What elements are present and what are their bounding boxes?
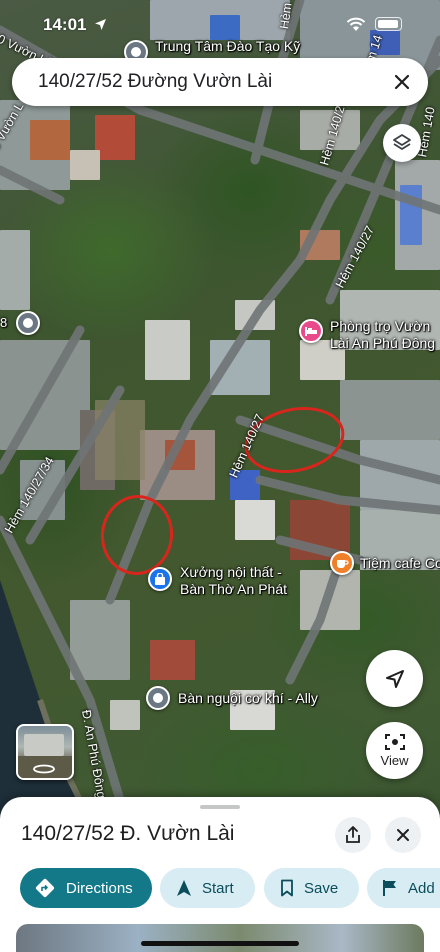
- bookmark-icon: [281, 879, 293, 897]
- close-sheet-button[interactable]: [385, 817, 421, 853]
- shopping-bag-icon: [155, 572, 165, 585]
- place-label-line: Bàn Thờ An Phát: [180, 581, 287, 597]
- navigation-arrow-icon: [385, 669, 404, 688]
- location-arrow-icon: [95, 19, 106, 30]
- view-label: View: [380, 753, 409, 768]
- clear-search-button[interactable]: [386, 66, 418, 98]
- navigation-icon: [177, 880, 191, 896]
- place-label[interactable]: Phòng trọ Vườn Lài An Phú Đông: [330, 318, 435, 352]
- start-label: Start: [202, 879, 234, 897]
- cafe-icon: [336, 559, 349, 568]
- share-icon: [346, 826, 360, 843]
- action-chips: Directions Start Save Add: [20, 868, 440, 908]
- share-button[interactable]: [335, 817, 371, 853]
- layers-button[interactable]: [383, 124, 421, 162]
- my-location-button[interactable]: [366, 650, 423, 707]
- directions-button[interactable]: Directions: [20, 868, 152, 908]
- place-pin[interactable]: [146, 686, 170, 710]
- start-button[interactable]: Start: [160, 868, 255, 908]
- close-icon: [394, 74, 410, 90]
- place-label-line: Lài An Phú Đông: [330, 335, 436, 351]
- battery-icon: [375, 17, 402, 31]
- place-sheet[interactable]: 140/27/52 Đ. Vườn Lài Directions Start S…: [0, 797, 440, 952]
- place-title: 140/27/52 Đ. Vườn Lài: [21, 822, 235, 845]
- place-label[interactable]: Xưởng nội thất - Bàn Thờ An Phát: [180, 564, 287, 598]
- close-icon: [397, 829, 409, 841]
- add-label-button[interactable]: Add: [367, 868, 440, 908]
- place-pin[interactable]: [16, 311, 40, 335]
- flag-icon: [383, 880, 396, 896]
- street-view-thumbnail[interactable]: [16, 724, 74, 780]
- cafe-pin[interactable]: [330, 551, 354, 575]
- search-bar[interactable]: 140/27/52 Đường Vườn Lài: [12, 58, 428, 106]
- add-label: Add: [408, 879, 435, 897]
- place-label-line: Xưởng nội thất -: [180, 564, 282, 580]
- place-label[interactable]: Bàn nguội cơ khí - Ally: [178, 690, 318, 707]
- search-query[interactable]: 140/27/52 Đường Vườn Lài: [38, 71, 272, 93]
- street-view-icon: [384, 734, 405, 750]
- wifi-icon: [346, 17, 366, 31]
- place-label[interactable]: Tiệm cafe Co: [360, 555, 440, 572]
- place-label: 8: [0, 315, 8, 330]
- drag-handle[interactable]: [200, 805, 240, 809]
- home-indicator[interactable]: [141, 941, 299, 946]
- directions-label: Directions: [66, 879, 133, 897]
- rotate-360-icon: [33, 764, 55, 774]
- status-bar: 14:01: [0, 0, 440, 50]
- directions-icon: [35, 878, 55, 898]
- shopping-pin[interactable]: [148, 567, 172, 591]
- save-button[interactable]: Save: [264, 868, 359, 908]
- clock: 14:01: [43, 15, 87, 34]
- place-photos[interactable]: [16, 924, 424, 952]
- lodging-pin[interactable]: [299, 319, 323, 343]
- place-label-line: Phòng trọ Vườn: [330, 318, 431, 334]
- bed-icon: [305, 327, 317, 336]
- view-button[interactable]: View: [366, 722, 423, 779]
- save-label: Save: [304, 879, 339, 897]
- layers-icon: [393, 134, 411, 150]
